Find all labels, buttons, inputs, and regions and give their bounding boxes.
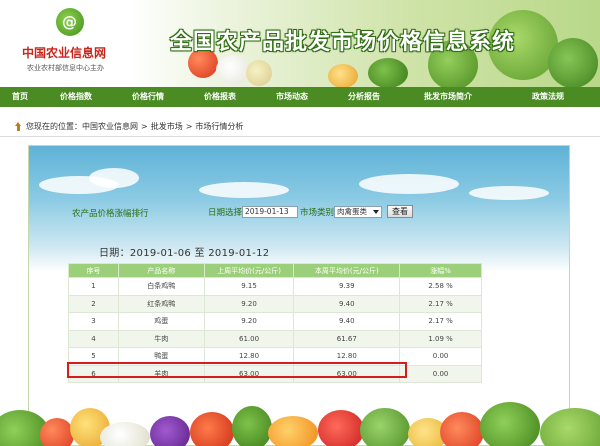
breadcrumb-link-site[interactable]: 中国农业信息网	[82, 121, 138, 132]
column-header: 产品名称	[117, 263, 205, 278]
nav-item-policies[interactable]: 政策法规	[496, 87, 600, 107]
table-cell: 9.39	[293, 277, 401, 296]
table-cell: 0.00	[399, 347, 482, 366]
broccoli-image	[368, 58, 408, 87]
table-cell: 61.00	[203, 329, 295, 348]
market-select-value: 肉禽蛋类	[337, 206, 368, 216]
table-header-row: 序号 产品名称 上周平均价(元/公斤) 本周平均价(元/公斤) 涨幅%	[68, 263, 482, 278]
date-input[interactable]: 2019-01-13	[242, 205, 299, 218]
leafy-green-image	[480, 402, 540, 446]
highlight-box	[67, 362, 407, 378]
page-title: 全国农产品批发市场价格信息系统	[170, 30, 516, 55]
nav-item-market-news[interactable]: 市场动态	[256, 87, 328, 107]
column-header: 涨幅%	[399, 263, 482, 278]
pepper-image	[318, 410, 364, 446]
nav-item-market-intro[interactable]: 批发市场简介	[400, 87, 496, 107]
nav-item-price-quotes[interactable]: 价格行情	[112, 87, 184, 107]
query-button[interactable]: 查看	[387, 205, 414, 218]
market-select[interactable]: 肉禽蛋类	[334, 205, 383, 218]
breadcrumb-prefix: 您现在的位置：	[26, 122, 82, 131]
tomato-image	[40, 418, 74, 446]
table-cell: 1.09 %	[399, 329, 482, 348]
market-label: 市场类别	[300, 207, 335, 218]
leafy-green-image	[548, 38, 598, 87]
cloud-decoration	[469, 186, 549, 200]
cabbage-image	[360, 408, 410, 446]
cloud-decoration	[359, 174, 459, 194]
breadcrumb: 您现在的位置： 中国农业信息网 > 批发市场 > 市场行情分析	[15, 121, 243, 132]
onion-image	[246, 60, 272, 86]
nav-item-price-index[interactable]: 价格指数	[40, 87, 112, 107]
tomato-image	[190, 412, 234, 446]
breadcrumb-separator: >	[185, 122, 193, 131]
nav-item-home[interactable]: 首页	[0, 87, 40, 107]
panel-title: 农产品价格涨幅排行	[72, 209, 149, 219]
table-row: 1 白条鸡鸭 9.15 9.39 2.58 %	[68, 277, 482, 296]
table-cell: 2.58 %	[399, 277, 482, 296]
column-header: 上周平均价(元/公斤)	[203, 263, 295, 278]
table-cell: 2	[68, 294, 119, 313]
column-header: 本周平均价(元/公斤)	[293, 263, 401, 278]
vegetable-footer-image	[0, 388, 600, 446]
column-header: 序号	[68, 263, 119, 278]
table-cell: 1	[68, 277, 119, 296]
table-cell: 9.15	[203, 277, 295, 296]
table-cell: 3	[68, 312, 119, 331]
table-cell: 白条鸡鸭	[117, 277, 205, 296]
site-header: @ 中国农业信息网 农业农村部信息中心主办 全国农产品批发市场价格信息系统	[0, 0, 600, 87]
table-cell: 9.40	[293, 294, 401, 313]
divider	[0, 136, 600, 137]
home-icon	[15, 122, 22, 131]
table-cell: 61.67	[293, 329, 401, 348]
cauliflower-image	[100, 422, 150, 446]
date-range: 日期：2019-01-06 至 2019-01-12	[99, 248, 270, 259]
site-logo-icon[interactable]: @	[56, 8, 84, 36]
pumpkin-image	[268, 416, 318, 446]
nav-item-analysis-reports[interactable]: 分析报告	[328, 87, 400, 107]
table-row: 4 牛肉 61.00 61.67 1.09 %	[68, 329, 482, 348]
lettuce-image	[540, 408, 600, 446]
cloud-decoration	[199, 182, 289, 198]
table-row: 2 红条鸡鸭 9.20 9.40 2.17 %	[68, 294, 482, 313]
table-row: 3 鸡蛋 9.20 9.40 2.17 %	[68, 312, 482, 331]
cloud-decoration	[89, 168, 139, 188]
table-cell: 2.17 %	[399, 312, 482, 331]
eggplant-image	[150, 416, 190, 446]
tomato-image	[440, 412, 484, 446]
chevron-down-icon	[373, 209, 380, 214]
table-cell: 2.17 %	[399, 294, 482, 313]
table-cell: 9.40	[293, 312, 401, 331]
site-logo-name[interactable]: 中国农业信息网	[22, 44, 106, 61]
breadcrumb-separator: >	[141, 122, 148, 131]
main-nav: 首页 价格指数 价格行情 价格报表 市场动态 分析报告 批发市场简介 政策法规	[0, 87, 600, 107]
table-cell: 红条鸡鸭	[117, 294, 205, 313]
filter-bar: 日期选择 2019-01-13 市场类别 肉禽蛋类 查看	[208, 205, 414, 218]
table-cell: 鸡蛋	[117, 312, 205, 331]
site-logo-subtitle: 农业农村部信息中心主办	[27, 64, 104, 72]
nav-item-price-reports[interactable]: 价格报表	[184, 87, 256, 107]
table-cell: 0.00	[399, 364, 482, 383]
breadcrumb-link-wholesale[interactable]: 批发市场	[151, 121, 183, 132]
breadcrumb-link-analysis[interactable]: 市场行情分析	[195, 121, 243, 132]
table-cell: 9.20	[203, 294, 295, 313]
table-cell: 4	[68, 329, 119, 348]
date-label: 日期选择	[208, 207, 243, 218]
squash-image	[328, 64, 358, 87]
table-cell: 牛肉	[117, 329, 205, 348]
cauliflower-image	[216, 55, 250, 85]
broccoli-image	[232, 406, 272, 446]
table-cell: 9.20	[203, 312, 295, 331]
